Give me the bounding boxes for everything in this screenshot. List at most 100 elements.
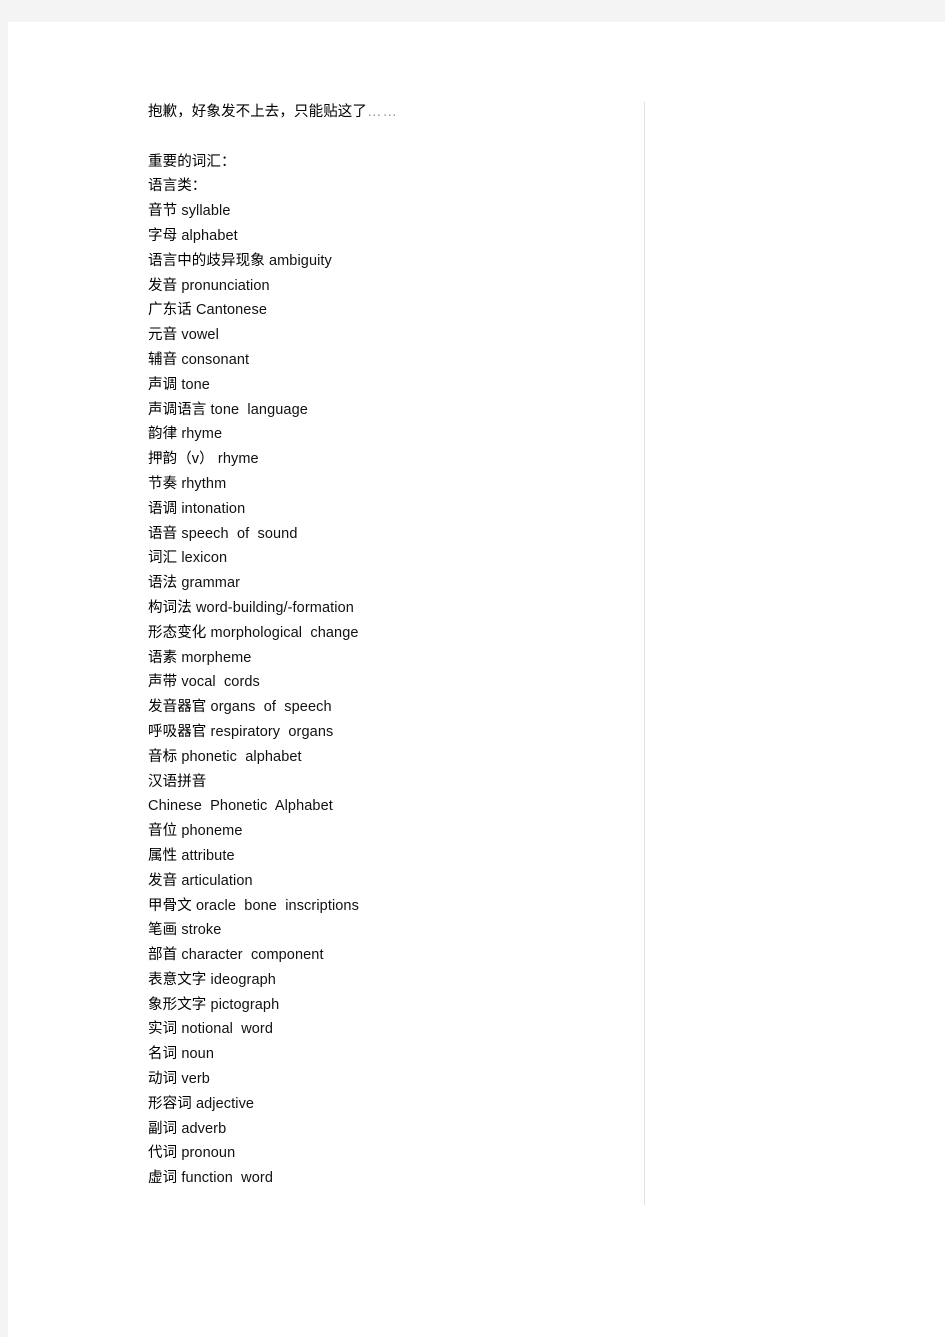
- entry-english-term: consonant: [181, 351, 250, 368]
- entry-english-term: rhythm: [181, 475, 227, 492]
- entry-english-term: respiratory organs: [210, 723, 334, 740]
- intro-text: 抱歉，好象发不上去，只能贴这了: [148, 104, 367, 120]
- vocabulary-entry: 语音 speech of sound: [148, 522, 618, 547]
- vocabulary-entry: 呼吸器官 respiratory organs: [148, 720, 618, 745]
- vocabulary-entry: 声带 vocal cords: [148, 670, 618, 695]
- vocabulary-entry: 甲骨文 oracle bone inscriptions: [148, 894, 618, 919]
- entry-chinese-term: 语音: [148, 525, 178, 542]
- document-page: 抱歉，好象发不上去，只能贴这了…… 重要的词汇： 语言类： 音节 syllabl…: [8, 22, 945, 1337]
- entry-chinese-term: 声调: [148, 376, 178, 393]
- entry-chinese-term: 元音: [148, 327, 178, 344]
- vocabulary-entry: 属性 attribute: [148, 844, 618, 869]
- entry-english-term: phoneme: [181, 823, 243, 840]
- document-body: 抱歉，好象发不上去，只能贴这了…… 重要的词汇： 语言类： 音节 syllabl…: [148, 100, 618, 1191]
- vocabulary-entry: 词汇 lexicon: [148, 546, 618, 571]
- entry-english-term: oracle bone inscriptions: [195, 897, 359, 914]
- entry-english-term: intonation: [181, 500, 246, 517]
- vocabulary-entry: 语调 intonation: [148, 497, 618, 522]
- entry-chinese-term: 副词: [148, 1120, 178, 1137]
- entry-english-term: lexicon: [181, 550, 228, 567]
- entry-english-term: ideograph: [210, 971, 276, 988]
- entry-english-term: character component: [181, 947, 324, 964]
- vocabulary-entry: Chinese Phonetic Alphabet: [148, 794, 618, 819]
- vocabulary-entry: 押韵（v） rhyme: [148, 447, 618, 472]
- vocabulary-entry: 笔画 stroke: [148, 918, 618, 943]
- intro-paragraph: 抱歉，好象发不上去，只能贴这了……: [148, 100, 618, 125]
- entry-chinese-term: 发音: [148, 277, 178, 294]
- vocabulary-entry: 形态变化 morphological change: [148, 621, 618, 646]
- entry-chinese-term: 笔画: [148, 922, 178, 939]
- entry-english-term: rhyme: [217, 451, 259, 468]
- vocabulary-entry: 部首 character component: [148, 943, 618, 968]
- vocabulary-entry: 声调语言 tone language: [148, 398, 618, 423]
- vocabulary-entry: 发音器官 organs of speech: [148, 695, 618, 720]
- entry-english-term: vowel: [181, 327, 219, 344]
- entry-chinese-term: 韵律: [148, 426, 178, 443]
- entry-english-term: morphological change: [210, 624, 359, 641]
- vocabulary-entry: 节奏 rhythm: [148, 472, 618, 497]
- vocabulary-entry: 形容词 adjective: [148, 1092, 618, 1117]
- vocabulary-entry: 韵律 rhyme: [148, 422, 618, 447]
- vocabulary-entry: 语素 morpheme: [148, 646, 618, 671]
- entry-english-term: Chinese Phonetic Alphabet: [148, 798, 333, 815]
- entry-chinese-term: 音位: [148, 823, 178, 840]
- entry-chinese-term: 广东话: [148, 302, 192, 319]
- entry-chinese-term: 字母: [148, 227, 178, 244]
- entry-chinese-term: 辅音: [148, 351, 178, 368]
- vocabulary-entry: 实词 notional word: [148, 1017, 618, 1042]
- entry-english-term: word-building/-formation: [195, 599, 354, 616]
- entry-english-term: tone language: [210, 401, 308, 418]
- entry-english-term: pronunciation: [181, 277, 270, 294]
- entry-chinese-term: 呼吸器官: [148, 723, 207, 740]
- vocabulary-entry: 音标 phonetic alphabet: [148, 745, 618, 770]
- vocabulary-entry: 动词 verb: [148, 1067, 618, 1092]
- vocabulary-entry: 语言中的歧异现象 ambiguity: [148, 249, 618, 274]
- vocabulary-entry: 虚词 function word: [148, 1166, 618, 1191]
- entry-english-term: organs of speech: [210, 699, 332, 716]
- vocabulary-entry: 辅音 consonant: [148, 348, 618, 373]
- entry-english-term: pronoun: [181, 1145, 236, 1162]
- vocabulary-entry: 声调 tone: [148, 373, 618, 398]
- entry-chinese-term: 语调: [148, 500, 178, 517]
- entry-chinese-term: 名词: [148, 1046, 178, 1063]
- entry-chinese-term: 表意文字: [148, 971, 207, 988]
- entry-english-term: tone: [181, 376, 210, 393]
- entry-chinese-term: 部首: [148, 947, 178, 964]
- entry-chinese-term: 属性: [148, 847, 178, 864]
- entry-english-term: function word: [181, 1170, 274, 1187]
- vocabulary-entry: 汉语拼音: [148, 770, 618, 795]
- entry-english-term: phonetic alphabet: [181, 748, 302, 765]
- entry-chinese-term: 象形文字: [148, 996, 207, 1013]
- entry-english-term: grammar: [181, 575, 241, 592]
- entry-chinese-term: 汉语拼音: [148, 773, 207, 790]
- vocabulary-entry: 广东话 Cantonese: [148, 298, 618, 323]
- intro-ellipsis: ……: [367, 104, 398, 120]
- entry-chinese-term: 构词法: [148, 599, 192, 616]
- entry-chinese-term: 虚词: [148, 1170, 178, 1187]
- entry-chinese-term: 语言中的歧异现象: [148, 252, 265, 269]
- heading-important-vocabulary: 重要的词汇：: [148, 153, 236, 170]
- vocabulary-entry: 字母 alphabet: [148, 224, 618, 249]
- entry-english-term: alphabet: [181, 227, 238, 244]
- entry-english-term: syllable: [181, 203, 231, 220]
- heading-language-category: 语言类：: [148, 178, 207, 195]
- entry-english-term: morpheme: [181, 649, 252, 666]
- vocabulary-entry: 名词 noun: [148, 1042, 618, 1067]
- entry-chinese-term: 语素: [148, 649, 178, 666]
- entry-english-term: notional word: [181, 1021, 274, 1038]
- entry-chinese-term: 发音器官: [148, 699, 207, 716]
- entry-english-term: Cantonese: [195, 302, 267, 319]
- vocabulary-entry: 音位 phoneme: [148, 819, 618, 844]
- entry-english-term: adverb: [181, 1120, 227, 1137]
- entry-english-term: stroke: [181, 922, 222, 939]
- entry-chinese-term: 词汇: [148, 550, 178, 567]
- vocabulary-entry: 元音 vowel: [148, 323, 618, 348]
- entry-chinese-term: 押韵（v）: [148, 451, 214, 468]
- entry-chinese-term: 代词: [148, 1145, 178, 1162]
- vocabulary-entry: 副词 adverb: [148, 1117, 618, 1142]
- vocabulary-entry: 表意文字 ideograph: [148, 968, 618, 993]
- vocabulary-entry: 语法 grammar: [148, 571, 618, 596]
- entry-english-term: verb: [181, 1071, 210, 1088]
- entry-english-term: speech of sound: [181, 525, 298, 542]
- entry-chinese-term: 发音: [148, 872, 178, 889]
